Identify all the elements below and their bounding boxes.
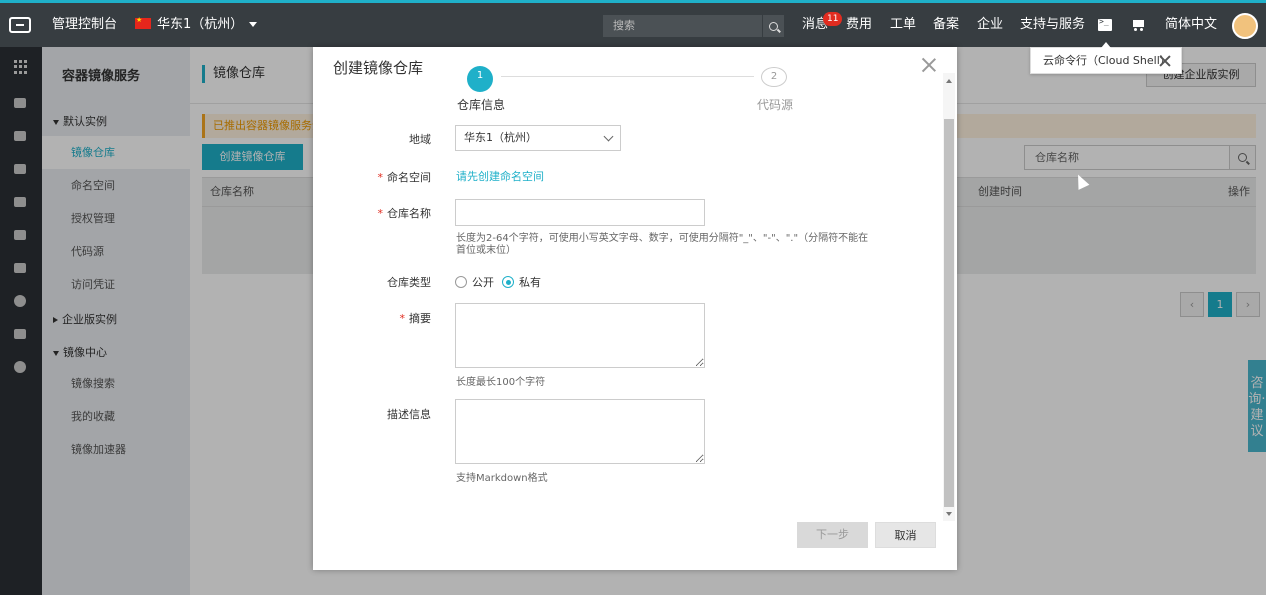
top-navbar: 管理控制台 华东1（杭州） 消息 11 费用 工单 备案 企业 支持与服务 简体… xyxy=(0,0,1266,47)
region-label: 华东1（杭州） xyxy=(157,17,244,32)
tooltip-text: 云命令行（Cloud Shell） xyxy=(1043,54,1171,67)
cloud-shell-icon[interactable] xyxy=(1098,17,1112,31)
create-repo-dialog: 创建镜像仓库 1 2 仓库信息 代码源 地域 华东1（杭州） * 命名空间 请先创… xyxy=(313,47,957,570)
messages-link[interactable]: 消息 xyxy=(802,3,828,47)
region-select[interactable]: 华东1（杭州） xyxy=(455,125,621,151)
chevron-down-icon xyxy=(603,131,614,142)
radio-circle-icon xyxy=(455,276,467,288)
close-icon[interactable] xyxy=(1159,55,1171,67)
next-button[interactable]: 下一步 xyxy=(797,522,868,548)
enterprise-link[interactable]: 企业 xyxy=(977,3,1003,47)
repo-type-field-label: 仓库类型 xyxy=(387,276,431,289)
repo-name-field-label: * 仓库名称 xyxy=(377,207,432,220)
search-icon[interactable] xyxy=(762,15,784,37)
tickets-link[interactable]: 工单 xyxy=(890,3,916,47)
dialog-scrollbar[interactable] xyxy=(943,73,955,521)
step-connector xyxy=(501,76,754,77)
summary-hint: 长度最长100个字符 xyxy=(456,377,546,388)
repo-name-hint: 长度为2-64个字符，可使用小写英文字母、数字，可使用分隔符"_"、"-"、".… xyxy=(456,233,869,256)
region-selector[interactable]: 华东1（杭州） xyxy=(135,3,258,47)
chevron-down-icon xyxy=(249,22,258,27)
close-icon[interactable] xyxy=(921,57,937,73)
step-1-indicator: 1 xyxy=(467,66,493,92)
global-search xyxy=(603,15,784,37)
cloud-shell-tooltip: 云命令行（Cloud Shell） xyxy=(1030,42,1182,74)
description-field-label: 描述信息 xyxy=(387,408,431,421)
aliyun-logo-icon[interactable] xyxy=(0,3,40,47)
china-flag-icon xyxy=(135,15,151,29)
scroll-thumb[interactable] xyxy=(944,119,954,507)
message-count-badge: 11 xyxy=(823,12,843,26)
radio-checked-icon xyxy=(502,276,514,288)
repo-name-input[interactable] xyxy=(455,199,705,226)
support-link[interactable]: 支持与服务 xyxy=(1020,3,1085,47)
radio-private[interactable]: 私有 xyxy=(502,274,541,290)
summary-field-label: * 摘要 xyxy=(399,312,432,325)
step-1-label: 仓库信息 xyxy=(457,98,506,112)
language-selector[interactable]: 简体中文 xyxy=(1165,3,1217,47)
description-textarea[interactable] xyxy=(455,399,705,464)
avatar[interactable] xyxy=(1232,13,1258,39)
namespace-field-label: * 命名空间 xyxy=(377,171,432,184)
global-search-input[interactable] xyxy=(603,15,763,37)
step-2-indicator: 2 xyxy=(761,67,787,87)
summary-textarea[interactable] xyxy=(455,303,705,368)
cancel-button[interactable]: 取消 xyxy=(875,522,936,548)
icp-link[interactable]: 备案 xyxy=(933,3,959,47)
radio-public[interactable]: 公开 xyxy=(455,274,494,290)
region-select-value: 华东1（杭州） xyxy=(464,131,537,144)
step-2-label: 代码源 xyxy=(757,98,794,112)
cart-icon[interactable] xyxy=(1131,19,1145,31)
dialog-title: 创建镜像仓库 xyxy=(333,59,424,77)
region-field-label: 地域 xyxy=(409,133,431,146)
scroll-up-icon[interactable] xyxy=(946,79,952,83)
console-link[interactable]: 管理控制台 xyxy=(52,3,117,47)
create-namespace-link[interactable]: 请先创建命名空间 xyxy=(456,168,544,184)
billing-link[interactable]: 费用 xyxy=(846,3,872,47)
scroll-down-icon[interactable] xyxy=(946,512,952,516)
description-hint: 支持Markdown格式 xyxy=(456,473,548,484)
